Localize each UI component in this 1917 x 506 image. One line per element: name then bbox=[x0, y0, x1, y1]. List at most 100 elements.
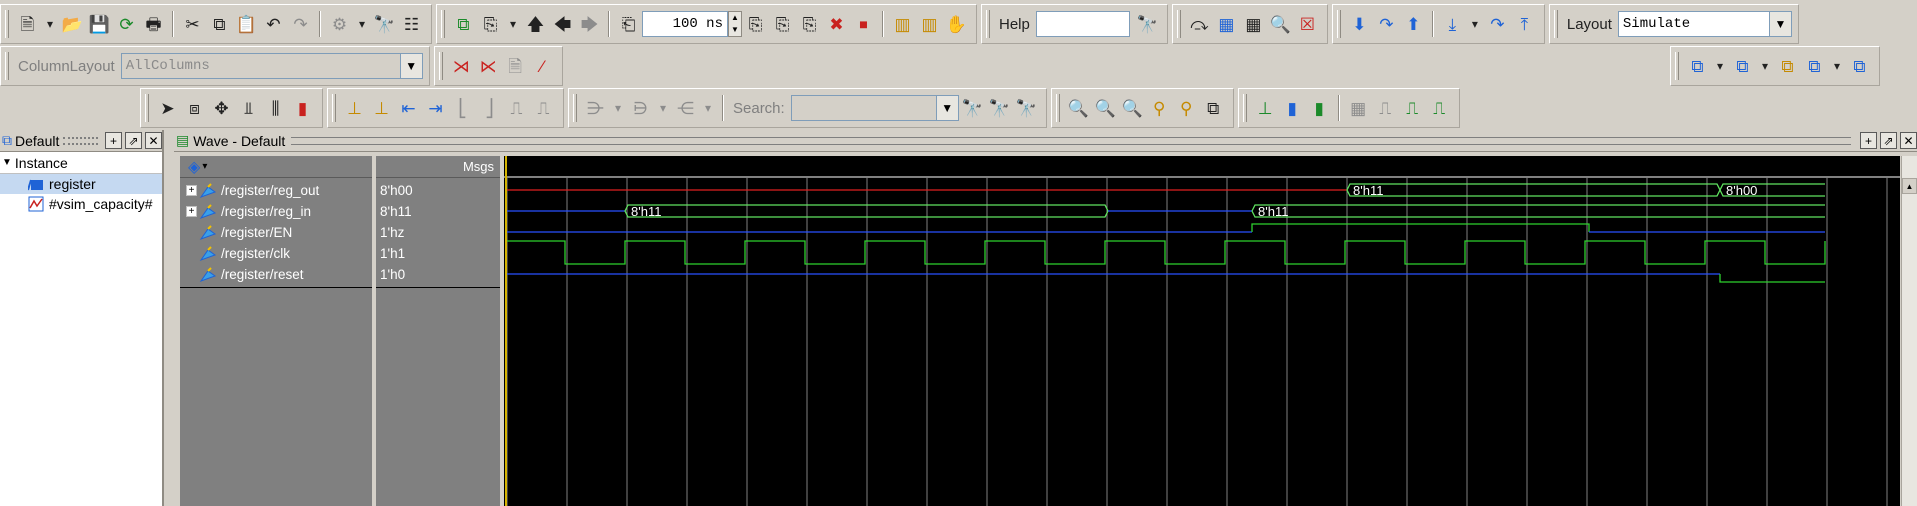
save-icon[interactable]: 💾 bbox=[86, 10, 113, 38]
dataflow-icon[interactable]: ▦ bbox=[1240, 10, 1267, 38]
window-2-icon[interactable]: ⧉ bbox=[1729, 52, 1756, 80]
new-file-icon[interactable]: 🗎 bbox=[14, 10, 41, 38]
refresh-icon[interactable]: ⟳ bbox=[113, 10, 140, 38]
search-select[interactable]: ▼ bbox=[790, 95, 959, 121]
tree-item-register[interactable]: register bbox=[0, 174, 162, 194]
toolbar-grip[interactable] bbox=[5, 10, 9, 38]
scroll-up-icon[interactable]: ▲ bbox=[1902, 178, 1917, 194]
chevron-down-icon[interactable]: ▼ bbox=[400, 53, 423, 79]
column-layout-select[interactable]: AllColumns ▼ bbox=[120, 53, 423, 79]
redo-icon[interactable]: ↷ bbox=[287, 10, 314, 38]
edge-icon[interactable]: ⫫ bbox=[235, 94, 262, 122]
dropdown-arrow-icon[interactable]: ▾ bbox=[1828, 52, 1846, 80]
zoom-full-icon[interactable]: 🔍 bbox=[1119, 94, 1146, 122]
list-icon[interactable]: ☷ bbox=[398, 10, 425, 38]
waveform-canvas[interactable]: 8'h11 8'h00 8'h11 8'h11 bbox=[504, 156, 1900, 506]
layout-select[interactable]: Simulate ▼ bbox=[1617, 11, 1792, 37]
binoculars-icon[interactable]: 🔭 bbox=[1134, 10, 1161, 38]
tree-item-vsim-capacity[interactable]: #vsim_capacity# bbox=[0, 194, 162, 214]
dropdown-arrow-icon[interactable]: ▾ bbox=[41, 10, 59, 38]
forward-arrow-icon[interactable]: 🡆 bbox=[576, 10, 603, 38]
zoom-mode-icon[interactable]: ⧈ bbox=[181, 94, 208, 122]
vertical-scrollbar[interactable]: ▲ bbox=[1901, 156, 1917, 506]
continue-run-icon[interactable]: ⎘ bbox=[769, 10, 796, 38]
window-5-icon[interactable]: ⧉ bbox=[1846, 52, 1873, 80]
select-pointer-icon[interactable]: ➤ bbox=[154, 94, 181, 122]
find-icon[interactable]: 🔭 bbox=[371, 10, 398, 38]
dropdown-arrow-icon[interactable]: ▾ bbox=[1711, 52, 1729, 80]
step-line-icon[interactable]: ⤓ bbox=[1439, 10, 1466, 38]
format-logic-icon[interactable]: ▮ bbox=[1279, 94, 1306, 122]
signal-row[interactable]: /register/reset bbox=[180, 264, 304, 285]
format-analog-icon[interactable]: ▦ bbox=[1345, 94, 1372, 122]
delete-icon[interactable]: ☒ bbox=[1294, 10, 1321, 38]
add-signal-icon[interactable]: ◈ bbox=[188, 157, 200, 177]
zoom-in-icon[interactable]: 🔍 bbox=[1065, 94, 1092, 122]
document-icon[interactable]: 🗎 bbox=[502, 52, 529, 80]
performance-icon[interactable]: ▥ bbox=[889, 10, 916, 38]
search-options-icon[interactable]: 🔭 bbox=[1013, 94, 1040, 122]
undock-icon[interactable]: ⇗ bbox=[1880, 132, 1897, 149]
window-4-icon[interactable]: ⧉ bbox=[1801, 52, 1828, 80]
signal-row[interactable]: + /register/reg_out bbox=[180, 180, 319, 201]
undock-icon[interactable]: ⇗ bbox=[125, 132, 142, 149]
prev-edge-icon[interactable]: ⇤ bbox=[395, 94, 422, 122]
format-step-icon[interactable]: ⎍ bbox=[1372, 94, 1399, 122]
expand-icon[interactable]: + bbox=[186, 206, 197, 217]
zoom-out-icon[interactable]: 🔍 bbox=[1092, 94, 1119, 122]
run-length-input[interactable]: 100 ns bbox=[642, 11, 728, 37]
search-next-icon[interactable]: 🔭 bbox=[986, 94, 1013, 122]
format-edge-2-icon[interactable]: ⎍ bbox=[1426, 94, 1453, 122]
chevron-down-icon[interactable]: ▼ bbox=[1769, 11, 1792, 37]
chevron-down-icon[interactable]: ▼ bbox=[936, 95, 959, 121]
insert-icon[interactable]: ⎘ bbox=[477, 10, 504, 38]
dropdown-arrow-icon[interactable]: ▾ bbox=[699, 94, 717, 122]
close-icon[interactable]: ✕ bbox=[1900, 132, 1917, 149]
next-edge-icon[interactable]: ⇥ bbox=[422, 94, 449, 122]
signal-row[interactable]: + /register/reg_in bbox=[180, 201, 311, 222]
step-out-icon[interactable]: ⬆ bbox=[1400, 10, 1427, 38]
search-prev-icon[interactable]: 🔭 bbox=[959, 94, 986, 122]
format-edge-1-icon[interactable]: ⎍ bbox=[1399, 94, 1426, 122]
wand-icon[interactable]: ⁄ bbox=[529, 52, 556, 80]
prev-transition-icon[interactable]: ⎣ bbox=[449, 94, 476, 122]
paste-icon[interactable]: 📋 bbox=[233, 10, 260, 38]
memory-window-icon[interactable]: ▦ bbox=[1213, 10, 1240, 38]
wave-title-bar[interactable]: ▤ Wave - Default + ⇗ ✕ bbox=[174, 130, 1917, 152]
expand-bus-icon[interactable]: ⋺ bbox=[582, 94, 609, 122]
format-literal-icon[interactable]: ⊥ bbox=[1252, 94, 1279, 122]
step-into-icon[interactable]: ⬇ bbox=[1346, 10, 1373, 38]
collapse-icon[interactable]: ⋊ bbox=[448, 52, 475, 80]
dropdown-arrow-icon[interactable]: ▾ bbox=[609, 94, 627, 122]
step-icon[interactable]: ⤼ bbox=[1186, 10, 1213, 38]
stop-icon[interactable]: ⏹ bbox=[850, 10, 877, 38]
add-icon[interactable]: + bbox=[1860, 132, 1877, 149]
expand-icon[interactable]: + bbox=[186, 185, 197, 196]
expand-icon[interactable]: ⋉ bbox=[475, 52, 502, 80]
break-icon[interactable]: ✖ bbox=[823, 10, 850, 38]
rising-edge-icon[interactable]: ⎍ bbox=[530, 94, 557, 122]
signal-row[interactable]: /register/clk bbox=[180, 243, 290, 264]
zoom-cursor-icon[interactable]: ⚲ bbox=[1146, 94, 1173, 122]
waveform-pane[interactable]: 8'h11 8'h00 8'h11 8'h11 bbox=[504, 156, 1900, 506]
add-cursor-icon[interactable]: ⊥ bbox=[341, 94, 368, 122]
drag-handle[interactable] bbox=[63, 136, 98, 145]
dataflow-trace-icon[interactable]: ▮ bbox=[289, 94, 316, 122]
format-event-icon[interactable]: ▮ bbox=[1306, 94, 1333, 122]
zoom-search-icon[interactable]: 🔍 bbox=[1267, 10, 1294, 38]
dropdown-arrow-icon[interactable]: ▾ bbox=[1756, 52, 1774, 80]
next-transition-icon[interactable]: ⎦ bbox=[476, 94, 503, 122]
zoom-range-icon[interactable]: ⚲ bbox=[1173, 94, 1200, 122]
step-over-line-icon[interactable]: ↷ bbox=[1484, 10, 1511, 38]
falling-edge-icon[interactable]: ⎍ bbox=[503, 94, 530, 122]
zoom-region-icon[interactable]: ⧉ bbox=[1200, 94, 1227, 122]
up-arrow-icon[interactable]: 🡅 bbox=[522, 10, 549, 38]
copy-icon[interactable]: ⧉ bbox=[206, 10, 233, 38]
open-folder-icon[interactable]: 📂 bbox=[59, 10, 86, 38]
signal-row[interactable]: /register/EN bbox=[180, 222, 292, 243]
help-search-input[interactable] bbox=[1035, 11, 1130, 37]
memory-icon[interactable]: ▥ bbox=[916, 10, 943, 38]
dropdown-arrow-icon[interactable]: ▾ bbox=[353, 10, 371, 38]
collapse-bus-icon[interactable]: ⋻ bbox=[627, 94, 654, 122]
dropdown-arrow-icon[interactable]: ▾ bbox=[202, 161, 207, 172]
